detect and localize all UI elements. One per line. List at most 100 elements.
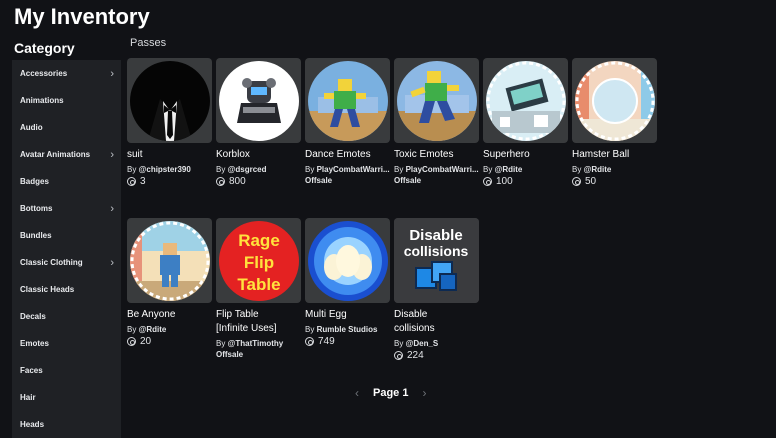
next-page-button[interactable]: › bbox=[422, 386, 426, 400]
item-creator[interactable]: By @Den_S bbox=[394, 339, 479, 348]
chevron-right-icon: › bbox=[110, 67, 114, 80]
creator-name[interactable]: @ThatTimothy bbox=[228, 339, 284, 348]
creator-name[interactable]: @Rdite bbox=[584, 165, 612, 174]
egg-thumb bbox=[307, 220, 388, 301]
item-name[interactable]: Toxic Emotes bbox=[394, 148, 479, 162]
item-price: 800 bbox=[216, 176, 301, 187]
price-value: 3 bbox=[140, 176, 146, 187]
price-value: 224 bbox=[407, 350, 424, 361]
creator-prefix: By bbox=[216, 165, 228, 174]
item-thumbnail-frame bbox=[127, 58, 212, 143]
sidebar-item-bottoms[interactable]: Bottoms › bbox=[12, 195, 121, 222]
sidebar-item-avatar-animations[interactable]: Avatar Animations › bbox=[12, 141, 121, 168]
sidebar-item-emotes[interactable]: Emotes bbox=[12, 330, 121, 357]
thumb-text-line: collisions bbox=[404, 243, 469, 259]
item-price: 100 bbox=[483, 176, 568, 187]
sidebar-item-animations[interactable]: Animations bbox=[12, 87, 121, 114]
category-sidebar: Accessories › Animations Audio Avatar Ani… bbox=[12, 60, 121, 438]
dance-thumb bbox=[307, 60, 388, 141]
robux-icon bbox=[394, 351, 403, 360]
item-creator[interactable]: By @dsgrced bbox=[216, 165, 301, 174]
creator-prefix: By bbox=[483, 165, 495, 174]
item-creator[interactable]: By @Rdite bbox=[572, 165, 657, 174]
item-card[interactable]: Korblox By @dsgrced 800 bbox=[216, 58, 301, 187]
item-thumbnail-frame bbox=[483, 58, 568, 143]
chevron-right-icon: › bbox=[110, 202, 114, 215]
item-thumbnail-frame bbox=[572, 58, 657, 143]
sidebar-item-label: Decals bbox=[20, 312, 46, 321]
item-card[interactable]: Be Anyone By @Rdite 20 bbox=[127, 218, 212, 347]
item-card[interactable]: Multi Egg By Rumble Studios 749 bbox=[305, 218, 390, 347]
item-card[interactable]: Hamster Ball By @Rdite 50 bbox=[572, 58, 657, 187]
item-card[interactable]: Disable collisions Disable collisions By … bbox=[394, 218, 479, 361]
sidebar-item-heads[interactable]: Heads bbox=[12, 411, 121, 438]
sidebar-item-faces[interactable]: Faces bbox=[12, 357, 121, 384]
sidebar-item-audio[interactable]: Audio bbox=[12, 114, 121, 141]
offsale-label: Offsale bbox=[216, 350, 244, 359]
sidebar-item-label: Heads bbox=[20, 420, 45, 429]
flip-table-thumb: Rage Flip Table bbox=[218, 220, 299, 301]
creator-name[interactable]: PlayCombatWarri... bbox=[317, 165, 390, 174]
item-creator[interactable]: By Rumble Studios bbox=[305, 325, 390, 334]
robux-icon bbox=[483, 177, 492, 186]
page-title: My Inventory bbox=[14, 4, 150, 29]
offsale-label: Offsale bbox=[305, 176, 333, 185]
creator-name[interactable]: @Rdite bbox=[495, 165, 523, 174]
sidebar-item-label: Classic Heads bbox=[20, 285, 75, 294]
sidebar-item-classic-clothing[interactable]: Classic Clothing › bbox=[12, 249, 121, 276]
item-card[interactable]: Toxic Emotes By PlayCombatWarri... Offsa… bbox=[394, 58, 479, 185]
chevron-right-icon: › bbox=[110, 256, 114, 269]
item-name[interactable]: Korblox bbox=[216, 148, 301, 162]
item-creator[interactable]: By PlayCombatWarri... bbox=[305, 165, 390, 174]
item-name[interactable]: Superhero bbox=[483, 148, 568, 162]
prev-page-button[interactable]: ‹ bbox=[355, 386, 359, 400]
item-card[interactable]: Dance Emotes By PlayCombatWarri... Offsa… bbox=[305, 58, 390, 185]
korblox-thumb bbox=[218, 60, 299, 141]
sidebar-item-badges[interactable]: Badges bbox=[12, 168, 121, 195]
item-name[interactable]: Dance Emotes bbox=[305, 148, 390, 162]
sidebar-item-label: Badges bbox=[20, 177, 49, 186]
creator-name[interactable]: @dsgrced bbox=[228, 165, 267, 174]
creator-name[interactable]: Rumble Studios bbox=[317, 325, 378, 334]
creator-name[interactable]: @Rdite bbox=[139, 325, 167, 334]
sidebar-item-decals[interactable]: Decals bbox=[12, 303, 121, 330]
creator-prefix: By bbox=[305, 165, 317, 174]
creator-prefix: By bbox=[305, 325, 317, 334]
item-name[interactable]: Disable collisions bbox=[394, 308, 479, 336]
item-name[interactable]: Be Anyone bbox=[127, 308, 212, 322]
item-name[interactable]: Hamster Ball bbox=[572, 148, 657, 162]
sidebar-item-label: Emotes bbox=[20, 339, 49, 348]
item-price: 50 bbox=[572, 176, 657, 187]
item-creator[interactable]: By @Rdite bbox=[127, 325, 212, 334]
item-card[interactable]: Superhero By @Rdite 100 bbox=[483, 58, 568, 187]
item-card[interactable]: suit By @chipster390 3 bbox=[127, 58, 212, 187]
creator-name[interactable]: PlayCombatWarri... bbox=[406, 165, 479, 174]
creator-prefix: By bbox=[394, 339, 406, 348]
robux-icon bbox=[216, 177, 225, 186]
robux-icon bbox=[127, 337, 136, 346]
item-name[interactable]: Multi Egg bbox=[305, 308, 390, 322]
item-name-line: Disable bbox=[394, 309, 428, 320]
sidebar-item-bundles[interactable]: Bundles bbox=[12, 222, 121, 249]
sidebar-item-accessories[interactable]: Accessories › bbox=[12, 60, 121, 87]
creator-prefix: By bbox=[127, 165, 139, 174]
chevron-right-icon: › bbox=[110, 148, 114, 161]
creator-name[interactable]: @chipster390 bbox=[139, 165, 191, 174]
item-price: 224 bbox=[394, 350, 479, 361]
sidebar-item-classic-heads[interactable]: Classic Heads bbox=[12, 276, 121, 303]
item-creator[interactable]: By @ThatTimothy bbox=[216, 339, 301, 348]
sidebar-item-hair[interactable]: Hair bbox=[12, 384, 121, 411]
item-name[interactable]: suit bbox=[127, 148, 212, 162]
robux-icon bbox=[127, 177, 136, 186]
price-value: 749 bbox=[318, 336, 335, 347]
collisions-thumb: Disable collisions bbox=[394, 218, 479, 303]
item-creator[interactable]: By @chipster390 bbox=[127, 165, 212, 174]
item-name[interactable]: Flip Table [Infinite Uses] bbox=[216, 308, 301, 336]
price-value: 50 bbox=[585, 176, 597, 187]
tuxedo-thumb bbox=[129, 60, 210, 141]
item-creator[interactable]: By PlayCombatWarri... bbox=[394, 165, 479, 174]
robux-icon bbox=[305, 337, 314, 346]
item-creator[interactable]: By @Rdite bbox=[483, 165, 568, 174]
creator-name[interactable]: @Den_S bbox=[406, 339, 439, 348]
item-card[interactable]: Rage Flip Table Flip Table [Infinite Uses… bbox=[216, 218, 301, 359]
